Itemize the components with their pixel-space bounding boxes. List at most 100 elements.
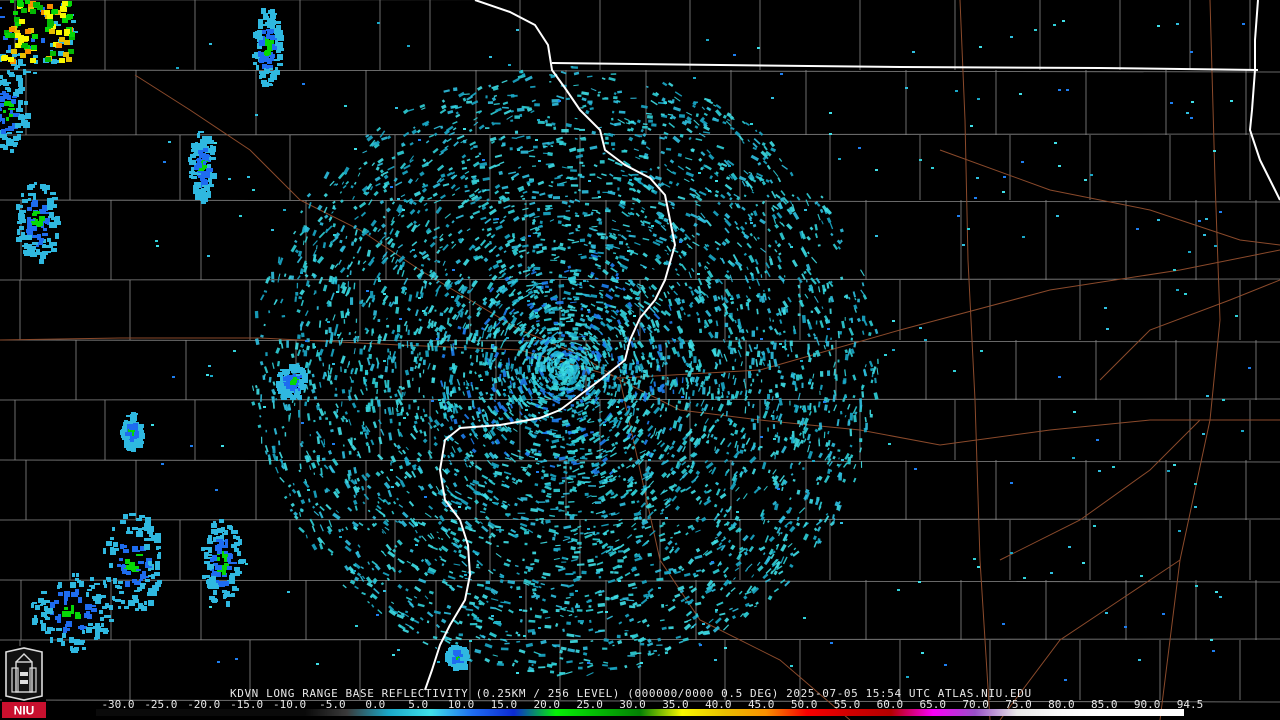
echo-pixel: [553, 126, 557, 130]
echo-pixel: [535, 518, 539, 522]
echo-pixel: [561, 479, 566, 483]
echo-pixel: [537, 120, 545, 125]
echo-pixel: [426, 620, 430, 624]
echo-pixel: [648, 650, 651, 654]
echo-pixel: [566, 621, 572, 625]
echo-pixel: [554, 365, 557, 369]
echo-pixel: [646, 114, 653, 119]
echo-pixel: [487, 101, 494, 104]
echo-pixel: [412, 377, 414, 382]
echo-pixel: [362, 427, 366, 432]
echo-pixel: [588, 448, 592, 452]
echo-pixel: [605, 244, 610, 246]
echo-pixel: [478, 152, 482, 156]
echo-pixel: [827, 370, 831, 376]
echo-pixel: [425, 350, 430, 358]
echo-pixel: [558, 501, 565, 505]
echo-pixel: [598, 576, 602, 579]
echo-pixel: [316, 306, 319, 310]
echo-pixel: [476, 563, 480, 567]
echo-pixel: [558, 331, 562, 335]
echo-pixel: [466, 382, 470, 386]
echo-pixel: [409, 366, 414, 372]
echo-pixel: [454, 347, 457, 350]
echo-pixel: [812, 352, 817, 358]
echo-pixel: [770, 351, 774, 359]
echo-pixel: [579, 448, 585, 450]
echo-pixel: [598, 361, 600, 369]
echo-pixel: [610, 530, 615, 534]
echo-pixel: [422, 359, 426, 366]
echo-pixel: [387, 387, 391, 393]
echo-pixel: [584, 519, 587, 522]
echo-pixel: [394, 296, 399, 305]
echo-pixel: [545, 285, 549, 288]
echo-pixel: [553, 246, 559, 250]
echo-pixel: [561, 561, 567, 563]
echo-pixel: [820, 371, 824, 377]
echo-pixel: [424, 414, 428, 418]
echo-pixel: [328, 327, 332, 333]
echo-pixel: [772, 424, 776, 429]
echo-pixel: [708, 386, 711, 394]
echo-pixel: [537, 352, 542, 361]
echo-pixel: [859, 438, 863, 443]
echo-pixel: [538, 450, 541, 453]
echo-pixel: [500, 575, 505, 579]
echo-pixel: [531, 631, 536, 635]
echo-pixel: [750, 418, 755, 422]
echo-pixel: [611, 142, 616, 146]
echo-pixel: [559, 317, 565, 321]
echo-pixel: [580, 532, 584, 535]
echo-pixel: [539, 518, 544, 520]
echo-pixel: [780, 375, 784, 380]
echo-pixel: [605, 136, 609, 140]
echo-pixel: [537, 359, 541, 368]
echo-pixel: [357, 410, 360, 413]
echo-pixel: [577, 94, 582, 97]
echo-pixel: [463, 381, 466, 386]
echo-pixel: [555, 608, 560, 613]
echo-pixel: [762, 329, 766, 333]
echo-pixel: [837, 359, 840, 363]
echo-pixel: [599, 160, 605, 164]
echo-pixel: [817, 244, 821, 247]
echo-pixel: [586, 377, 591, 382]
echo-pixel: [396, 405, 398, 408]
echo-pixel: [590, 511, 594, 514]
echo-pixel: [491, 344, 495, 348]
echo-pixel: [406, 341, 409, 348]
echo-pixel: [502, 142, 506, 146]
echo-pixel: [505, 630, 508, 633]
echo-pixel: [485, 580, 491, 584]
echo-pixel: [532, 551, 537, 555]
echo-pixel: [597, 602, 606, 608]
echo-pixel: [847, 456, 852, 465]
echo-pixel: [714, 331, 719, 339]
echo-pixel: [759, 298, 762, 302]
echo-pixel: [614, 571, 619, 574]
echo-pixel: [523, 531, 530, 535]
echo-pixel: [810, 310, 814, 313]
echo-pixel: [602, 97, 609, 100]
echo-pixel: [396, 412, 401, 417]
echo-pixel: [731, 366, 735, 371]
echo-pixel: [588, 605, 592, 608]
echo-pixel: [300, 332, 305, 338]
echo-pixel: [807, 405, 811, 411]
echo-pixel: [579, 282, 582, 286]
echo-pixel: [460, 351, 464, 354]
echo-pixel: [398, 422, 401, 426]
echo-pixel: [839, 330, 843, 335]
echo-pixel: [677, 400, 682, 404]
echo-pixel: [518, 366, 522, 375]
echo-pixel: [286, 340, 289, 348]
echo-pixel: [533, 145, 538, 149]
echo-pixel: [536, 286, 542, 289]
echo-pixel: [545, 123, 553, 127]
echo-pixel: [583, 305, 588, 308]
echo-pixel: [324, 411, 326, 415]
echo-pixel: [617, 550, 624, 553]
echo-pixel: [582, 646, 588, 651]
echo-pixel: [529, 357, 531, 364]
